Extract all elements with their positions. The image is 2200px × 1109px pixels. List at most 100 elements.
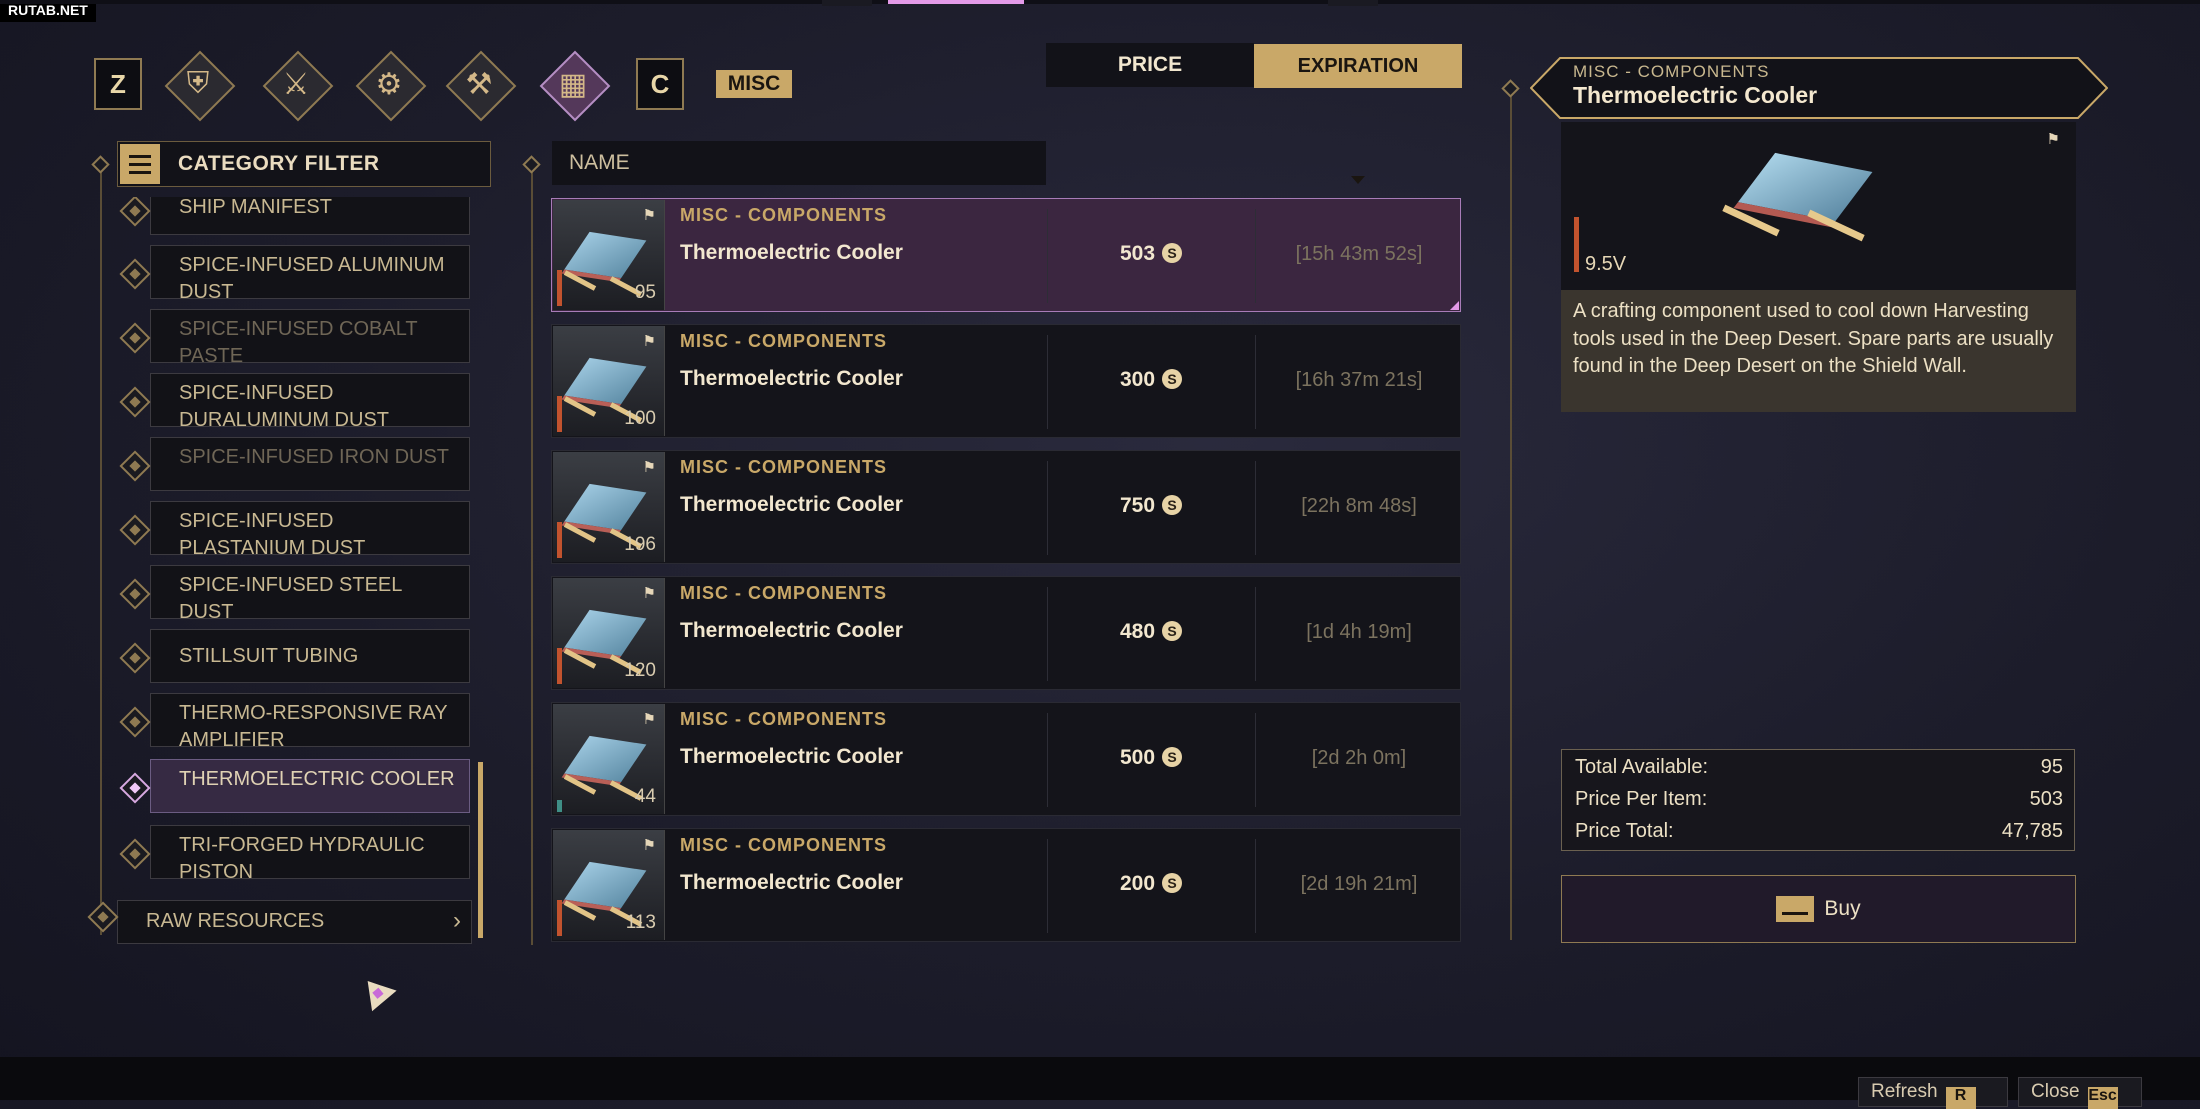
- category-tab-tools[interactable]: ⚒: [445, 50, 517, 122]
- utility-icon: ⚙: [375, 67, 403, 101]
- item-price: 500 S: [1047, 746, 1255, 770]
- active-category-label: MISC: [716, 70, 792, 98]
- item-tag-icon: ⚑: [2046, 131, 2060, 148]
- spacebar-key-icon: [1776, 896, 1815, 922]
- mouse-cursor-icon: [355, 970, 397, 1012]
- item-thumbnail: ⚑ 95: [553, 200, 665, 310]
- item-category: MISC - COMPONENTS: [680, 583, 888, 603]
- item-thumbnail: ⚑ 120: [553, 578, 665, 688]
- filter-scrollbar[interactable]: [478, 762, 483, 938]
- item-price: 200 S: [1047, 872, 1255, 896]
- filter-item-stillsuit-tubing[interactable]: STILLSUIT TUBING: [150, 629, 470, 683]
- sort-descending-icon: [1351, 176, 1365, 184]
- filter-diamond-icon: [119, 258, 151, 290]
- table-row[interactable]: ⚑ 113 MISC - COMPONENTS Thermoelectric C…: [551, 828, 1461, 942]
- filter-item-iron-dust[interactable]: SPICE-INFUSED IRON DUST: [150, 437, 470, 491]
- item-expiration: [2d 19h 21m]: [1300, 873, 1418, 895]
- price-per-item-value: 503: [2029, 788, 2063, 810]
- item-price: 750 S: [1047, 494, 1255, 518]
- filter-item-ray-amplifier[interactable]: THERMO-RESPONSIVE RAY AMPLIFIER: [150, 693, 470, 751]
- filter-guide-diamond: [91, 155, 110, 174]
- item-price: 503 S: [1047, 242, 1255, 266]
- solari-coin-icon: S: [1162, 369, 1183, 389]
- category-tab-armor[interactable]: ⛨: [164, 50, 236, 122]
- column-header-expiration[interactable]: EXPIRATION: [1254, 44, 1462, 88]
- chevron-right-icon: ›: [453, 907, 461, 934]
- item-expiration: [15h 43m 52s]: [1295, 243, 1423, 265]
- filter-item-thermoelectric-cooler[interactable]: THERMOELECTRIC COOLER: [150, 759, 470, 813]
- prev-category-key[interactable]: Z: [94, 58, 142, 110]
- item-price: 480 S: [1047, 620, 1255, 644]
- item-quantity: 44: [634, 786, 656, 807]
- menu-icon[interactable]: [120, 144, 160, 184]
- category-filter-header[interactable]: CATEGORY FILTER: [117, 141, 491, 187]
- refresh-button[interactable]: Refresh R: [1858, 1077, 2008, 1109]
- filter-item-ship-manifest[interactable]: SHIP MANIFEST: [150, 197, 470, 235]
- raw-resources-item[interactable]: RAW RESOURCES ›: [117, 900, 472, 944]
- table-row[interactable]: ⚑ 100 MISC - COMPONENTS Thermoelectric C…: [551, 324, 1461, 438]
- item-name: Thermoelectric Cooler: [680, 493, 903, 516]
- filter-diamond-icon: [119, 322, 151, 354]
- table-row[interactable]: ⚑ 95 MISC - COMPONENTS Thermoelectric Co…: [551, 198, 1461, 312]
- solari-coin-icon: S: [1162, 621, 1183, 641]
- item-thumbnail: ⚑ 113: [553, 830, 665, 940]
- item-quantity: 120: [624, 660, 656, 681]
- detail-item-name: Thermoelectric Cooler: [1573, 82, 1818, 108]
- category-tab-weapons[interactable]: ⚔: [262, 50, 334, 122]
- filter-diamond-icon-active: [119, 772, 151, 804]
- item-category: MISC - COMPONENTS: [680, 457, 888, 477]
- category-filter-list[interactable]: SHIP MANIFEST SPICE-INFUSED ALUMINUM DUS…: [100, 197, 480, 941]
- item-preview: ⚑ 9.5V: [1561, 122, 2076, 290]
- top-bar: [0, 0, 2200, 6]
- item-name: Thermoelectric Cooler: [680, 619, 903, 642]
- filter-item-plastanium-dust[interactable]: SPICE-INFUSED PLASTANIUM DUST: [150, 501, 470, 559]
- item-tag-icon: ⚑: [642, 837, 656, 854]
- filter-diamond-icon: [119, 578, 151, 610]
- table-row[interactable]: ⚑ 120 MISC - COMPONENTS Thermoelectric C…: [551, 576, 1461, 690]
- column-header-price[interactable]: PRICE: [1046, 43, 1254, 87]
- filter-item-hydraulic-piston[interactable]: TRI-FORGED HYDRAULIC PISTON: [150, 825, 470, 883]
- filter-diamond-icon: [119, 706, 151, 738]
- item-tag-icon: ⚑: [642, 333, 656, 350]
- category-filter-title: CATEGORY FILTER: [178, 152, 380, 175]
- detail-guide-line: [1510, 90, 1512, 940]
- tools-icon: ⚒: [465, 67, 493, 101]
- buy-button[interactable]: Buy: [1561, 875, 2076, 943]
- table-row[interactable]: ⚑ 44 MISC - COMPONENTS Thermoelectric Co…: [551, 702, 1461, 816]
- close-button[interactable]: Close Esc: [2018, 1077, 2142, 1109]
- item-expiration: [16h 37m 21s]: [1295, 369, 1423, 391]
- purchase-summary: Total Available: 95 Price Per Item: 503 …: [1561, 749, 2075, 851]
- detail-category: MISC - COMPONENTS: [1573, 62, 1770, 81]
- table-guide-diamond: [522, 155, 541, 174]
- filter-item-cobalt-paste[interactable]: SPICE-INFUSED COBALT PASTE: [150, 309, 470, 367]
- filter-item-duraluminum-dust[interactable]: SPICE-INFUSED DURALUMINUM DUST: [150, 373, 470, 431]
- weapons-icon: ⚔: [282, 67, 310, 101]
- item-quantity: 100: [624, 408, 656, 429]
- category-tab-utility[interactable]: ⚙: [355, 50, 427, 122]
- item-expiration: [1d 4h 19m]: [1306, 621, 1412, 643]
- item-expiration: [2d 2h 0m]: [1311, 747, 1407, 769]
- close-key: Esc: [2087, 1087, 2118, 1109]
- price-total-value: 47,785: [2001, 820, 2063, 842]
- item-quantity: 196: [624, 534, 656, 555]
- column-header-name[interactable]: NAME: [552, 141, 1046, 185]
- price-total-label: Price Total:: [1575, 820, 1674, 842]
- solari-coin-icon: S: [1162, 747, 1183, 767]
- category-tab-misc[interactable]: ▦: [539, 50, 611, 122]
- item-quantity: 113: [625, 912, 656, 933]
- armor-icon: ⛨: [186, 67, 210, 100]
- filter-item-aluminum-dust[interactable]: SPICE-INFUSED ALUMINUM DUST: [150, 245, 470, 303]
- item-tag-icon: ⚑: [642, 459, 656, 476]
- filter-diamond-icon: [119, 514, 151, 546]
- next-category-key[interactable]: C: [636, 58, 684, 110]
- item-tag-icon: ⚑: [642, 207, 656, 224]
- price-per-item-label: Price Per Item:: [1575, 788, 1708, 810]
- item-voltage: 9.5V: [1585, 253, 1627, 275]
- filter-diamond-icon: [119, 450, 151, 482]
- buy-label: Buy: [1824, 897, 1861, 920]
- filter-item-steel-dust[interactable]: SPICE-INFUSED STEEL DUST: [150, 565, 470, 623]
- item-tag-icon: ⚑: [642, 711, 656, 728]
- table-guide-line: [531, 165, 533, 945]
- total-available-label: Total Available:: [1575, 756, 1709, 778]
- table-row[interactable]: ⚑ 196 MISC - COMPONENTS Thermoelectric C…: [551, 450, 1461, 564]
